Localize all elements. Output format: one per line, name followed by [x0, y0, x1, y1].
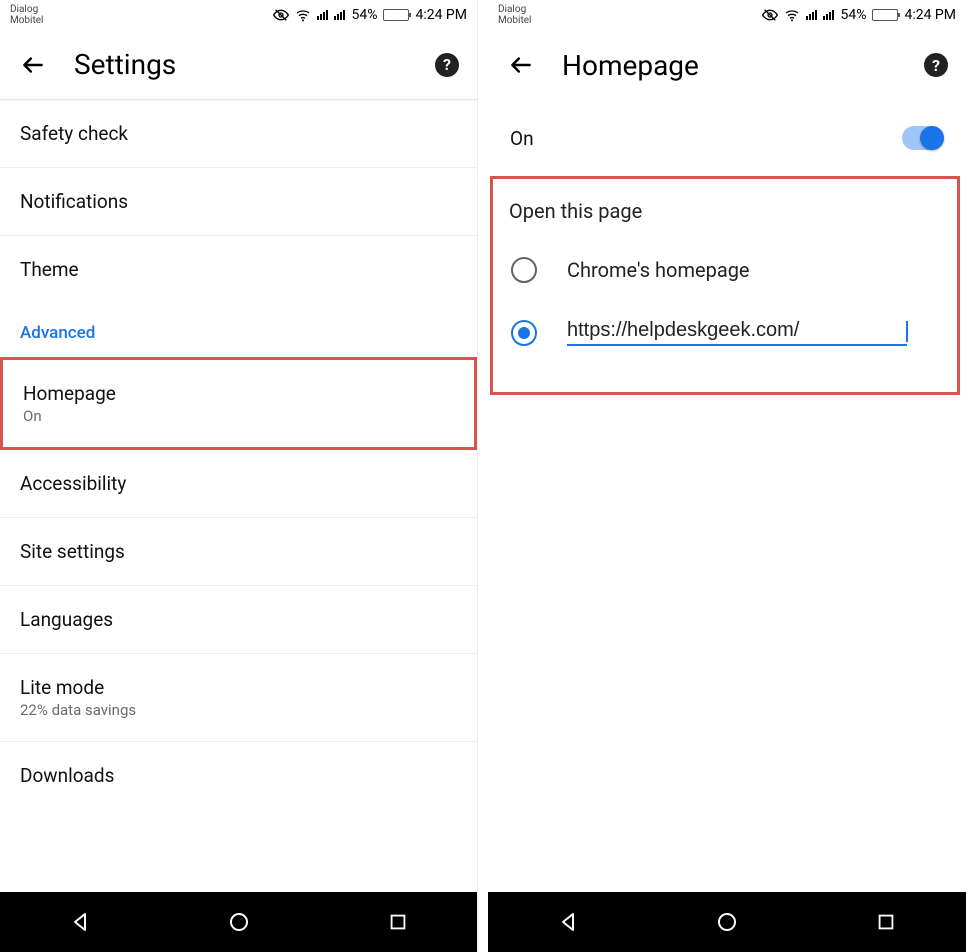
toggle-label: On: [510, 127, 534, 150]
android-nav-bar: [0, 892, 477, 952]
carrier-label: Dialog Mobitel: [498, 4, 532, 26]
app-bar: Settings ?: [0, 30, 477, 100]
status-bar: Dialog Mobitel 54% 4:24 PM: [0, 0, 477, 30]
row-theme[interactable]: Theme: [0, 236, 477, 303]
back-button[interactable]: [18, 50, 48, 80]
carrier-label: Dialog Mobitel: [10, 4, 44, 26]
nav-recent-button[interactable]: [856, 902, 916, 942]
row-homepage[interactable]: Homepage On: [0, 357, 477, 450]
nav-back-button[interactable]: [538, 902, 598, 942]
row-safety-check[interactable]: Safety check: [0, 100, 477, 168]
homepage-toggle-row[interactable]: On: [488, 100, 966, 176]
signal-icon: [806, 10, 817, 20]
row-notifications[interactable]: Notifications: [0, 168, 477, 236]
back-button[interactable]: [506, 50, 536, 80]
text-cursor: [906, 321, 908, 342]
app-bar: Homepage ?: [488, 30, 966, 100]
page-title: Settings: [74, 48, 435, 81]
signal-icon-2: [334, 10, 345, 20]
help-button[interactable]: ?: [435, 53, 459, 77]
settings-list: Safety check Notifications Theme Advance…: [0, 100, 477, 892]
battery-icon: [872, 9, 898, 21]
clock: 4:24 PM: [415, 7, 467, 23]
row-accessibility[interactable]: Accessibility: [0, 450, 477, 518]
eye-comfort-icon: [762, 7, 778, 23]
wifi-icon: [784, 7, 800, 23]
wifi-icon: [295, 7, 311, 23]
group-title: Open this page: [505, 193, 945, 239]
option-custom-url[interactable]: [505, 301, 945, 364]
battery-percent: 54%: [840, 7, 866, 23]
page-title: Homepage: [562, 49, 924, 82]
clock: 4:24 PM: [904, 7, 956, 23]
nav-back-button[interactable]: [50, 902, 110, 942]
nav-home-button[interactable]: [697, 902, 757, 942]
option-chrome-homepage[interactable]: Chrome's homepage: [505, 239, 945, 301]
battery-icon: [383, 9, 409, 21]
homepage-url-input[interactable]: [567, 319, 907, 346]
battery-percent: 54%: [351, 7, 377, 23]
homepage-switch[interactable]: [902, 126, 944, 150]
row-languages[interactable]: Languages: [0, 586, 477, 654]
row-site-settings[interactable]: Site settings: [0, 518, 477, 586]
open-this-page-group: Open this page Chrome's homepage: [490, 176, 960, 395]
help-button[interactable]: ?: [924, 53, 948, 77]
signal-icon: [317, 10, 328, 20]
radio-checked-icon[interactable]: [511, 320, 537, 346]
signal-icon-2: [823, 10, 834, 20]
row-lite-mode[interactable]: Lite mode 22% data savings: [0, 654, 477, 742]
row-downloads[interactable]: Downloads: [0, 742, 477, 809]
radio-unchecked-icon[interactable]: [511, 257, 537, 283]
status-bar: Dialog Mobitel 54% 4:24 PM: [488, 0, 966, 30]
nav-home-button[interactable]: [209, 902, 269, 942]
screen-settings: Dialog Mobitel 54% 4:24 PM Set: [0, 0, 478, 952]
screen-homepage: Dialog Mobitel 54% 4:24 PM Hom: [488, 0, 966, 952]
eye-comfort-icon: [273, 7, 289, 23]
section-advanced: Advanced: [0, 303, 477, 357]
android-nav-bar: [488, 892, 966, 952]
nav-recent-button[interactable]: [368, 902, 428, 942]
